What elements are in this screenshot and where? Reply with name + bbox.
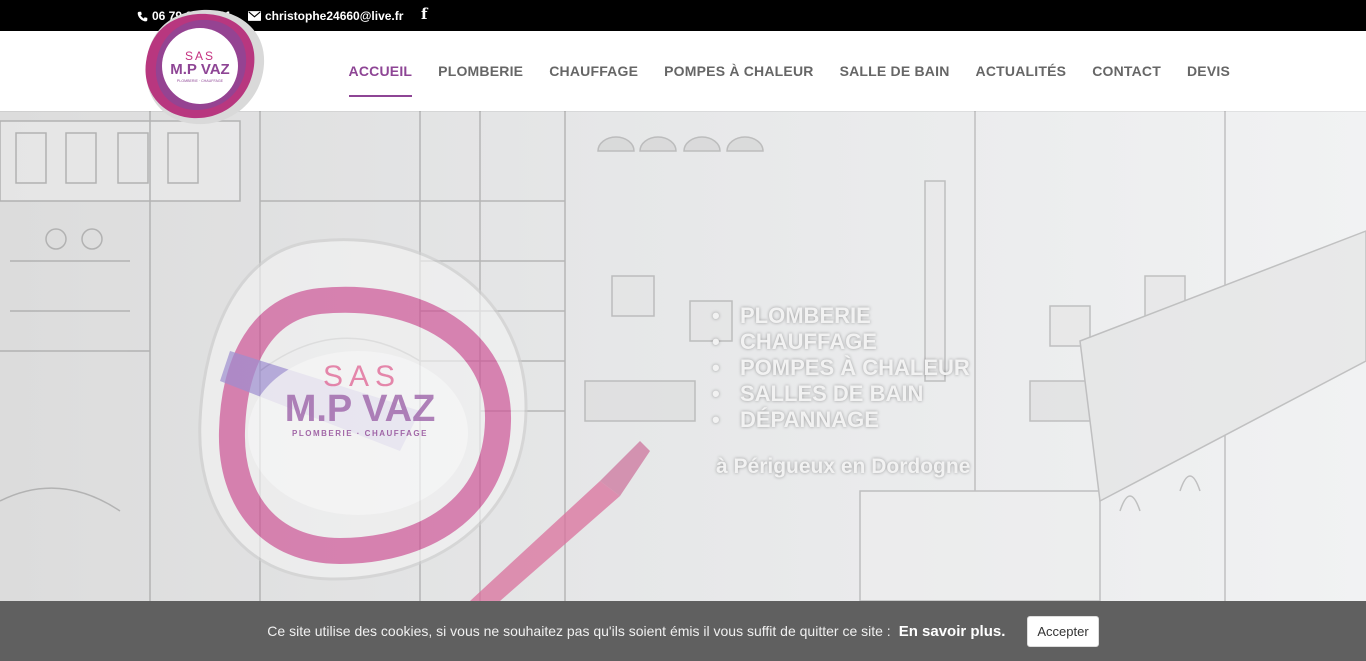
hero-logo-tagline: PLOMBERIE · CHAUFFAGE [292, 429, 428, 438]
service-item: POMPES À CHALEUR [712, 355, 970, 381]
email-address: christophe24660@live.fr [265, 9, 404, 23]
logo-name: M.P VAZ [170, 61, 229, 78]
nav-pompes-a-chaleur[interactable]: POMPES À CHALEUR [664, 31, 813, 111]
hero-location: à Périgueux en Dordogne [716, 455, 971, 478]
cookie-accept-button[interactable]: Accepter [1027, 615, 1099, 647]
hero-background-image: SAS M.P VAZ PLOMBERIE · CHAUFFAGE [0, 111, 1366, 601]
service-item: PLOMBERIE [712, 303, 970, 329]
nav-devis[interactable]: DEVIS [1187, 31, 1230, 111]
nav-contact[interactable]: CONTACT [1092, 31, 1161, 111]
hero-banner: SAS M.P VAZ PLOMBERIE · CHAUFFAGE PLOMBE… [0, 111, 1366, 601]
facebook-icon[interactable]: f [421, 5, 427, 23]
nav-salle-de-bain[interactable]: SALLE DE BAIN [840, 31, 950, 111]
nav-accueil[interactable]: ACCUEIL [348, 31, 413, 111]
cookie-more-link[interactable]: En savoir plus. [899, 623, 1006, 640]
main-nav: ACCUEIL PLOMBERIE CHAUFFAGE POMPES À CHA… [348, 31, 1230, 111]
cookie-banner: Ce site utilise des cookies, si vous ne … [0, 601, 1366, 661]
cookie-text: Ce site utilise des cookies, si vous ne … [267, 623, 891, 639]
service-item: CHAUFFAGE [712, 329, 970, 355]
service-item: SALLES DE BAIN [712, 381, 970, 407]
logo-tagline: PLOMBERIE · CHAUFFAGE [177, 79, 224, 83]
hero-logo-name: M.P VAZ [285, 388, 436, 430]
nav-chauffage[interactable]: CHAUFFAGE [549, 31, 638, 111]
site-logo[interactable]: SAS M.P VAZ PLOMBERIE · CHAUFFAGE [140, 6, 270, 130]
nav-actualites[interactable]: ACTUALITÉS [976, 31, 1067, 111]
services-list: PLOMBERIE CHAUFFAGE POMPES À CHALEUR SAL… [712, 303, 970, 433]
email-contact[interactable]: christophe24660@live.fr [248, 9, 403, 23]
service-item: DÉPANNAGE [712, 407, 970, 433]
nav-plomberie[interactable]: PLOMBERIE [438, 31, 523, 111]
